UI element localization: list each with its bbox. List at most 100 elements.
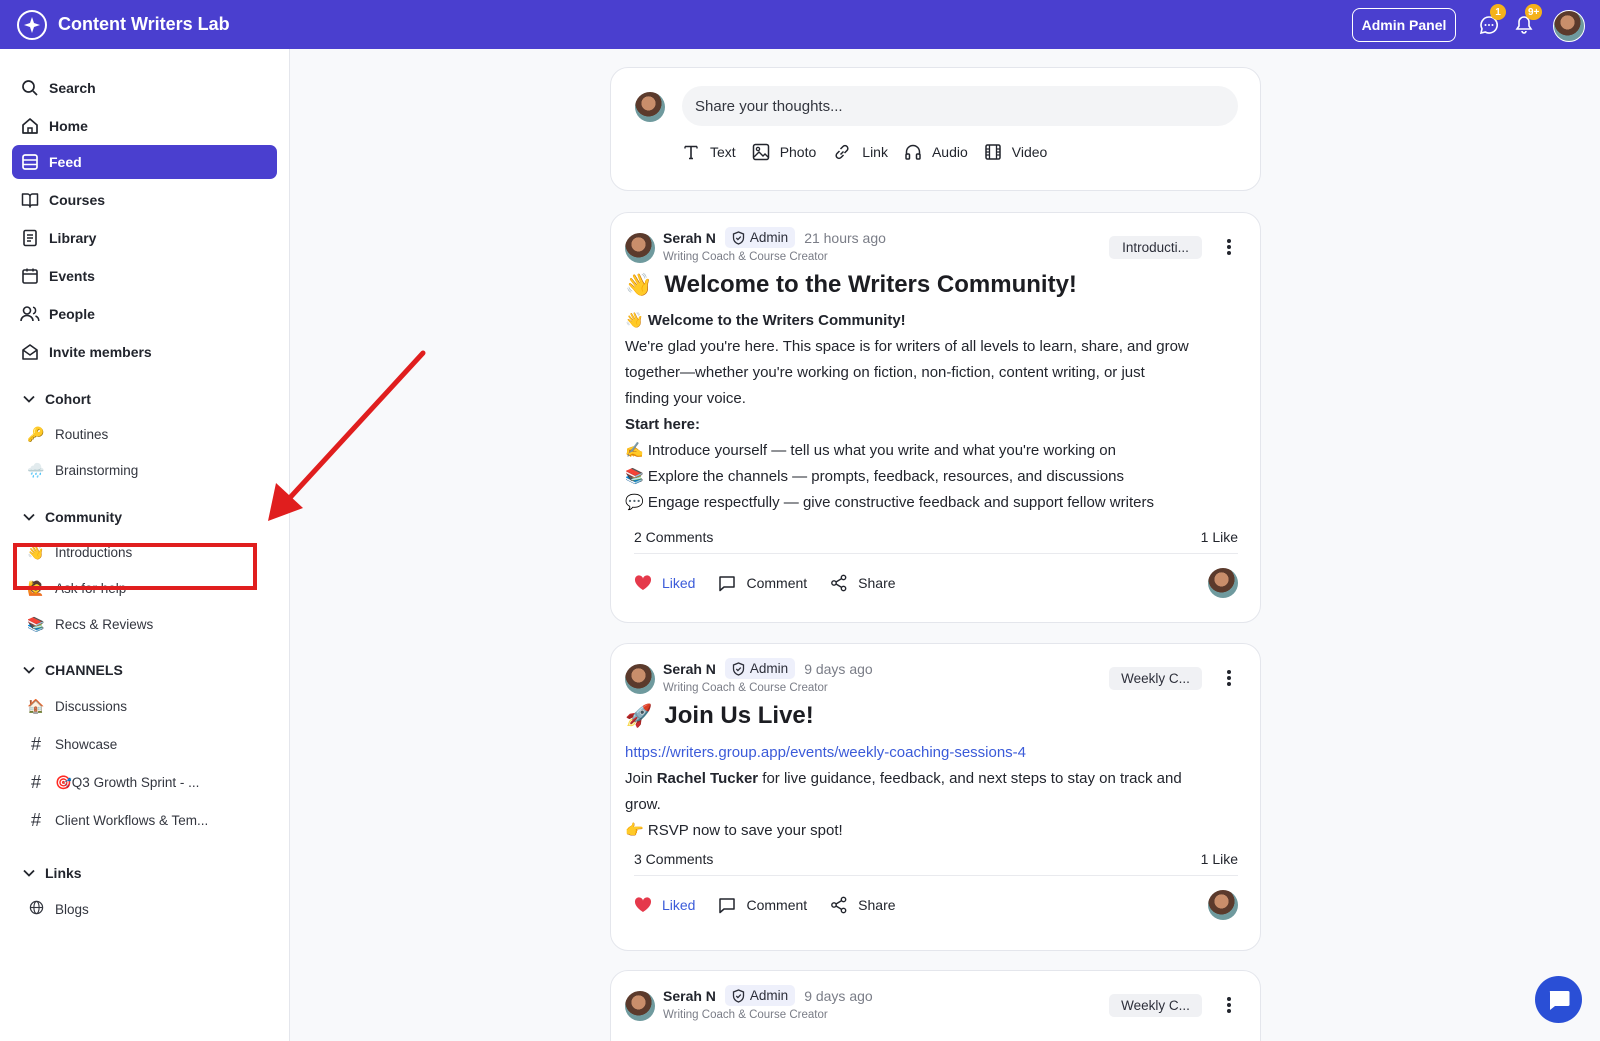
sidebar-item-people[interactable]: People <box>12 297 277 331</box>
books-icon: 📚 <box>27 616 45 632</box>
more-options-button[interactable] <box>1222 237 1236 257</box>
comment-button[interactable]: Comment <box>718 897 807 914</box>
share-button[interactable]: Share <box>830 574 896 592</box>
author-avatar[interactable] <box>625 664 655 694</box>
brand-logo-icon[interactable] <box>17 10 47 40</box>
post-title[interactable]: 👋 Welcome to the Writers Community! <box>625 271 1077 299</box>
dot <box>1227 997 1231 1001</box>
sidebar-item-invite-members[interactable]: Invite members <box>12 335 277 369</box>
sidebar-item-label: Discussions <box>55 699 128 714</box>
admin-panel-button[interactable]: Admin Panel <box>1352 8 1456 42</box>
notifications-button[interactable]: 9+ <box>1511 4 1543 38</box>
audio-post-button[interactable]: Audio <box>904 143 968 161</box>
text-post-button[interactable]: Text <box>682 143 736 161</box>
sidebar-item-search[interactable]: Search <box>12 71 277 105</box>
user-avatar[interactable] <box>1553 10 1585 42</box>
section-links-toggle[interactable]: Links <box>22 865 82 881</box>
liker-avatar[interactable] <box>1208 568 1238 598</box>
author-name[interactable]: Serah N <box>663 988 716 1004</box>
sidebar-item-events[interactable]: Events <box>12 259 277 293</box>
sidebar-item-blogs[interactable]: Blogs <box>26 900 89 918</box>
space-tag[interactable]: Introducti... <box>1109 236 1202 259</box>
avatar <box>635 92 665 122</box>
sidebar-item-discussions[interactable]: 🏠 Discussions <box>26 698 127 715</box>
support-chat-button[interactable] <box>1535 976 1582 1023</box>
body-text: for live guidance, feedback, and next st… <box>758 770 1182 787</box>
post-card: Serah N Admin 9 days ago Writing Coach &… <box>610 970 1261 1041</box>
badge-label: Admin <box>749 988 789 1003</box>
sidebar-item-library[interactable]: Library <box>12 221 277 255</box>
film-icon <box>985 144 1001 160</box>
more-options-button[interactable] <box>1222 668 1236 688</box>
sidebar-item-label: 🎯Q3 Growth Sprint - ... <box>55 774 200 790</box>
post-timestamp[interactable]: 9 days ago <box>804 661 873 677</box>
app-title[interactable]: Content Writers Lab <box>58 14 230 35</box>
sidebar-item-showcase[interactable]: # Showcase <box>26 734 117 755</box>
waving-hand-icon: 👋 <box>625 312 644 329</box>
comment-button[interactable]: Comment <box>718 575 807 592</box>
sidebar-item-client-workflows[interactable]: # Client Workflows & Tem... <box>26 810 208 831</box>
post-timestamp[interactable]: 9 days ago <box>804 988 873 1004</box>
more-options-button[interactable] <box>1222 995 1236 1015</box>
event-link[interactable]: https://writers.group.app/events/weekly-… <box>625 744 1026 761</box>
sidebar-item-label: Showcase <box>55 737 118 752</box>
likes-count[interactable]: 1 Like <box>1201 851 1238 867</box>
likes-count[interactable]: 1 Like <box>1201 529 1238 545</box>
sidebar-item-label: Search <box>49 80 96 96</box>
post-body: 👋 Welcome to the Writers Community! We'r… <box>625 308 1250 516</box>
comment-icon <box>719 575 736 591</box>
heart-icon <box>634 897 652 912</box>
post-body: https://writers.group.app/events/weekly-… <box>625 740 1250 844</box>
share-label: Share <box>858 897 896 913</box>
link-post-button[interactable]: Link <box>832 143 888 161</box>
like-button[interactable]: Liked <box>634 897 695 913</box>
author-avatar[interactable] <box>625 991 655 1021</box>
calendar-icon <box>20 266 40 286</box>
dot <box>1227 1009 1231 1013</box>
comments-count[interactable]: 3 Comments <box>634 851 713 867</box>
sidebar-item-brainstorming[interactable]: 🌧️ Brainstorming <box>26 462 138 479</box>
sidebar-item-routines[interactable]: 🔑 Routines <box>26 426 108 443</box>
comment-label: Comment <box>746 897 808 913</box>
sidebar-item-q3-growth-sprint[interactable]: # 🎯Q3 Growth Sprint - ... <box>26 772 199 793</box>
sidebar-item-home[interactable]: Home <box>12 109 277 143</box>
video-post-button[interactable]: Video <box>984 143 1047 161</box>
sidebar-item-recs-reviews[interactable]: 📚 Recs & Reviews <box>26 616 153 633</box>
photo-post-button[interactable]: Photo <box>752 143 816 161</box>
section-title: CHANNELS <box>45 662 123 678</box>
annotation-arrow <box>268 350 426 521</box>
share-button[interactable]: Share <box>830 896 896 914</box>
body-text: RSVP now to save your spot! <box>647 822 843 839</box>
sidebar-item-courses[interactable]: Courses <box>12 183 277 217</box>
chat-bubble-icon <box>1549 990 1569 1010</box>
post-timestamp[interactable]: 21 hours ago <box>804 230 886 246</box>
author-name[interactable]: Serah N <box>663 661 716 677</box>
like-label: Liked <box>662 575 696 591</box>
author-avatar[interactable] <box>625 233 655 263</box>
comment-icon <box>719 897 736 913</box>
section-channels-toggle[interactable]: CHANNELS <box>22 662 123 678</box>
sidebar-item-label: Routines <box>55 427 109 442</box>
author-name[interactable]: Serah N <box>663 230 716 246</box>
liker-avatar[interactable] <box>1208 890 1238 920</box>
share-thoughts-input[interactable] <box>682 86 1238 126</box>
post-stats: 3 Comments 1 Like <box>634 842 1238 876</box>
comments-count[interactable]: 2 Comments <box>634 529 713 545</box>
body-text: finding your voice. <box>625 390 746 407</box>
section-community-toggle[interactable]: Community <box>22 509 122 525</box>
space-tag[interactable]: Weekly C... <box>1109 994 1202 1017</box>
chevron-down-icon <box>23 513 35 521</box>
space-tag[interactable]: Weekly C... <box>1109 667 1202 690</box>
sidebar-item-label: Client Workflows & Tem... <box>55 813 209 828</box>
like-button[interactable]: Liked <box>634 575 695 591</box>
section-title: Links <box>45 865 82 881</box>
sidebar-item-feed[interactable]: Feed <box>12 145 277 179</box>
highlight-box <box>13 543 257 590</box>
post-card: Serah N Admin 21 hours ago Writing Coach… <box>610 212 1261 623</box>
messages-button[interactable]: 1 <box>1476 4 1506 38</box>
hash-icon: # <box>30 810 41 830</box>
post-title[interactable]: 🚀 Join Us Live! <box>625 702 814 730</box>
post-actions: Liked Comment Share <box>634 885 1238 925</box>
post-type-bar: Text Photo Link Audio Video <box>682 143 1063 161</box>
section-cohort-toggle[interactable]: Cohort <box>22 391 91 407</box>
